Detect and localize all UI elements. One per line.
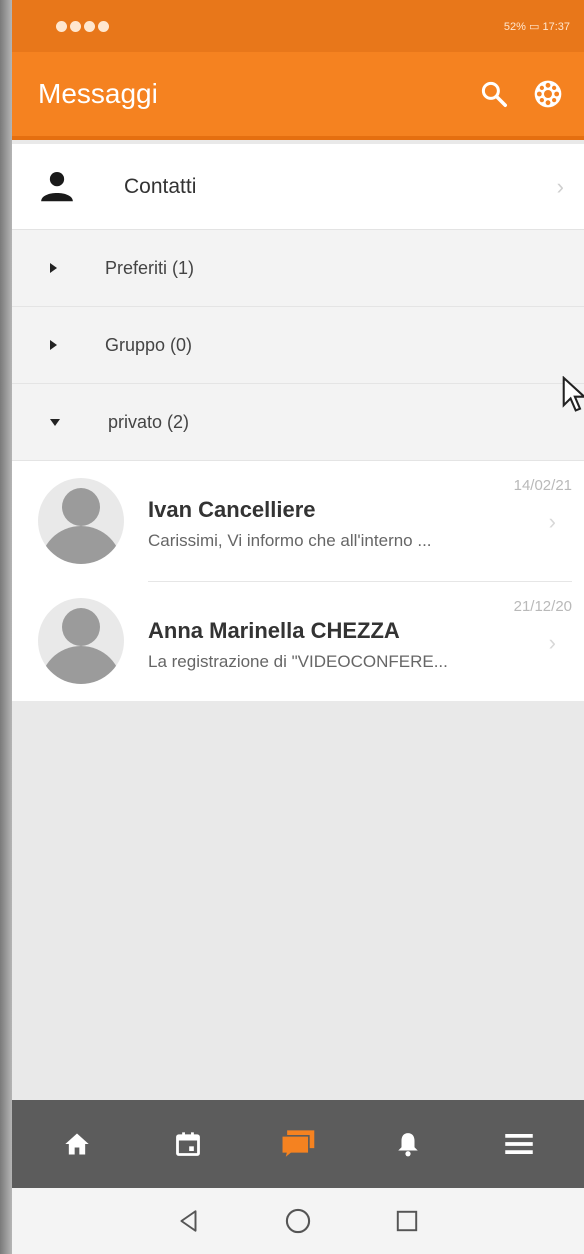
message-body: Ivan Cancelliere Carissimi, Vi informo c…: [148, 461, 572, 581]
nav-messages[interactable]: [268, 1114, 328, 1174]
search-icon: [481, 81, 507, 107]
device-edge: [0, 0, 12, 1254]
collapse-arrow-icon: [50, 418, 60, 426]
group-privato[interactable]: privato (2): [12, 384, 584, 461]
message-date: 21/12/20: [513, 598, 572, 615]
home-icon: [65, 1133, 89, 1155]
home-circle-icon[interactable]: [284, 1207, 312, 1235]
avatar: [38, 598, 124, 684]
message-item[interactable]: Anna Marinella CHEZZA La registrazione d…: [12, 581, 584, 701]
clock: 17:37: [542, 20, 570, 33]
message-item[interactable]: Ivan Cancelliere Carissimi, Vi informo c…: [12, 461, 584, 581]
battery-level: 52%: [503, 20, 526, 33]
message-date: 14/02/21: [513, 477, 572, 494]
status-icons: [56, 19, 112, 33]
avatar: [38, 478, 124, 564]
app-bar: Messaggi: [12, 52, 584, 140]
phone-screen: 52% ▭ 17:37 Messaggi Contatti › Preferit…: [12, 0, 584, 1254]
recent-apps-icon[interactable]: [394, 1208, 420, 1234]
expand-arrow-icon: [50, 340, 57, 350]
settings-icon: [534, 80, 562, 108]
group-gruppo[interactable]: Gruppo (0): [12, 307, 584, 384]
group-label: privato (2): [108, 411, 190, 432]
group-label: Gruppo (0): [105, 334, 193, 355]
contacts-row[interactable]: Contatti ›: [12, 144, 584, 230]
battery-icon: ▭: [529, 20, 540, 33]
status-bar: 52% ▭ 17:37: [12, 0, 584, 52]
chevron-right-icon: ›: [556, 173, 564, 199]
calendar-icon: [175, 1132, 200, 1156]
chevron-right-icon: ›: [548, 630, 556, 655]
nav-notifications[interactable]: [378, 1114, 438, 1174]
message-body: Anna Marinella CHEZZA La registrazione d…: [148, 581, 572, 701]
contacts-label: Contatti: [124, 174, 197, 198]
settings-button[interactable]: [528, 74, 568, 114]
messages-icon: [280, 1130, 315, 1161]
nav-home[interactable]: [47, 1114, 107, 1174]
nav-calendar[interactable]: [158, 1114, 218, 1174]
sender-name: Anna Marinella CHEZZA: [148, 618, 400, 643]
group-preferiti[interactable]: Preferiti (1): [12, 230, 584, 307]
mouse-cursor-icon: [562, 376, 584, 412]
page-title: Messaggi: [38, 78, 158, 109]
group-label: Preferiti (1): [105, 257, 195, 278]
chevron-right-icon: ›: [548, 509, 556, 534]
expand-arrow-icon: [50, 263, 57, 273]
bottom-nav: [12, 1100, 584, 1188]
person-icon: [41, 171, 73, 201]
message-preview: La registrazione di "VIDEOCONFERE...: [148, 652, 448, 671]
message-list: Contatti › Preferiti (1) Gruppo (0) priv…: [12, 144, 584, 701]
sender-name: Ivan Cancelliere: [148, 497, 316, 522]
back-icon[interactable]: [176, 1208, 202, 1234]
nav-menu[interactable]: [489, 1114, 549, 1174]
system-nav-bar: [12, 1188, 584, 1254]
search-button[interactable]: [474, 74, 514, 114]
status-info: 52% ▭ 17:37: [504, 20, 570, 33]
notifications-icon: [398, 1133, 419, 1157]
menu-icon: [505, 1134, 533, 1154]
message-preview: Carissimi, Vi informo che all'interno ..…: [148, 531, 432, 550]
